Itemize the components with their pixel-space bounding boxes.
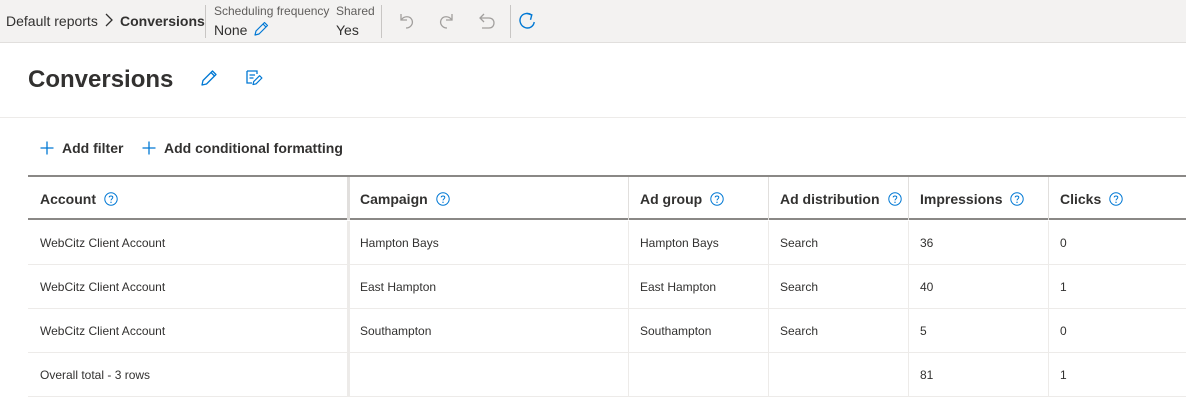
cell-ad-group[interactable]: Hampton Bays <box>628 221 768 265</box>
cell-total-ad-group <box>628 353 768 397</box>
shared-value: Yes <box>336 22 359 38</box>
cell-account: WebCitz Client Account <box>40 280 166 294</box>
edit-icon[interactable] <box>199 68 219 88</box>
cell-impressions: 40 <box>920 280 934 294</box>
cell-ad-distribution: Search <box>780 324 819 338</box>
cell-ad-distribution: Search <box>780 236 819 250</box>
redo-icon[interactable] <box>436 10 458 32</box>
column-header-label: Ad group <box>640 190 703 207</box>
cell-total-label: Overall total - 3 rows <box>40 368 151 382</box>
help-icon[interactable] <box>435 191 450 206</box>
cell-total-ad-distribution <box>768 353 908 397</box>
table-row: WebCitz Client Account Hampton Bays Hamp… <box>28 221 1186 265</box>
breadcrumb-root[interactable]: Default reports <box>6 13 98 29</box>
column-header-ad-distribution[interactable]: Ad distribution <box>768 177 908 220</box>
column-header-label: Impressions <box>920 190 1003 207</box>
column-header-campaign[interactable]: Campaign <box>348 177 628 220</box>
refresh-icon[interactable] <box>516 10 538 32</box>
cell-ad-group[interactable]: East Hampton <box>628 265 768 309</box>
column-header-ad-group[interactable]: Ad group <box>628 177 768 220</box>
top-command-bar: Default reports Conversions Scheduling f… <box>0 0 1186 43</box>
table-row: WebCitz Client Account East Hampton East… <box>28 265 1186 309</box>
column-header-label: Account <box>40 190 96 207</box>
breadcrumb-current: Conversions <box>120 13 205 29</box>
total-row: Overall total - 3 rows 81 1 <box>28 353 1186 397</box>
table-row: WebCitz Client Account Southampton South… <box>28 309 1186 353</box>
cell-impressions: 5 <box>920 324 927 338</box>
help-icon[interactable] <box>710 191 724 206</box>
cell-campaign[interactable]: Hampton Bays <box>348 221 628 265</box>
pencil-icon[interactable] <box>252 20 270 38</box>
column-header-impressions[interactable]: Impressions <box>908 177 1048 220</box>
column-header-account[interactable]: Account <box>28 177 347 220</box>
column-header-label: Clicks <box>1060 190 1102 207</box>
revert-icon[interactable] <box>476 10 498 32</box>
column-header-clicks[interactable]: Clicks <box>1048 177 1186 220</box>
save-as-icon[interactable] <box>244 68 264 88</box>
title-divider <box>0 117 1186 118</box>
toolbar-divider <box>381 5 382 38</box>
cell-campaign[interactable]: East Hampton <box>348 265 628 309</box>
plus-icon <box>142 141 156 155</box>
toolbar-divider <box>510 5 511 38</box>
page-title: Conversions <box>28 66 174 93</box>
column-header-label: Ad distribution <box>780 190 880 207</box>
add-conditional-formatting-button[interactable]: Add conditional formatting <box>142 138 343 158</box>
cell-clicks: 0 <box>1060 236 1067 250</box>
chevron-right-icon <box>105 13 113 27</box>
cell-account: WebCitz Client Account <box>40 324 166 338</box>
cell-impressions: 36 <box>920 236 934 250</box>
help-icon[interactable] <box>1010 191 1025 206</box>
cell-ad-distribution: Search <box>780 280 819 294</box>
add-filter-label: Add filter <box>62 140 124 156</box>
cell-total-impressions: 81 <box>920 368 934 382</box>
help-icon[interactable] <box>104 191 118 206</box>
cell-total-clicks: 1 <box>1060 368 1067 382</box>
cell-account: WebCitz Client Account <box>40 236 166 250</box>
help-icon[interactable] <box>1109 191 1123 206</box>
undo-icon[interactable] <box>395 10 417 32</box>
shared-label: Shared <box>336 4 375 18</box>
scheduling-frequency-value[interactable]: None <box>214 22 247 38</box>
cell-ad-group[interactable]: Southampton <box>628 309 768 353</box>
cell-campaign[interactable]: Southampton <box>348 309 628 353</box>
cell-clicks: 1 <box>1060 280 1067 294</box>
cell-total-campaign <box>348 353 628 397</box>
table-header-row: Account Campaign Ad group Ad distributio… <box>28 177 1186 220</box>
add-conditional-formatting-label: Add conditional formatting <box>164 140 343 156</box>
scheduling-frequency-label: Scheduling frequency <box>214 4 330 18</box>
help-icon[interactable] <box>887 191 902 206</box>
toolbar-divider <box>205 5 206 38</box>
plus-icon <box>40 141 54 155</box>
cell-clicks: 0 <box>1060 324 1067 338</box>
column-header-label: Campaign <box>360 190 428 207</box>
add-filter-button[interactable]: Add filter <box>40 138 123 158</box>
